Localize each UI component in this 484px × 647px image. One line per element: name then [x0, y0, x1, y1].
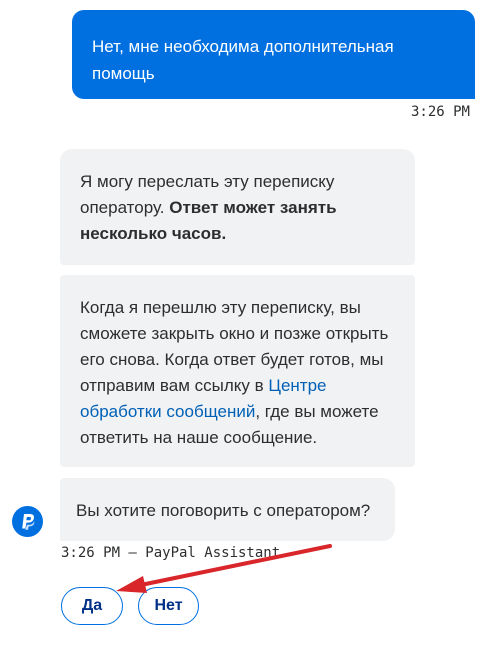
no-button[interactable]: Нет [138, 587, 199, 625]
chat-window: Нет, мне необходима дополнительная помощ… [0, 0, 484, 647]
bot-message-bubble: Я могу переслать эту переписку оператору… [60, 149, 415, 265]
bot-message-bubble: Когда я перешлю эту переписку, вы сможет… [60, 275, 415, 467]
yes-button[interactable]: Да [61, 587, 123, 625]
bot-question-text: Вы хотите поговорить с оператором? [76, 501, 371, 520]
user-message-text: Нет, мне необходима дополнительная помощ… [92, 37, 394, 83]
bot-message-text: Когда я перешлю эту переписку, вы сможет… [80, 298, 389, 395]
paypal-logo-icon [12, 506, 43, 537]
user-message-timestamp: 3:26 PM [410, 104, 470, 120]
user-message-bubble: Нет, мне необходима дополнительная помощ… [72, 10, 475, 99]
bot-message-meta: 3:26 PM – PayPal Assistant [61, 545, 281, 561]
bot-question-bubble: Вы хотите поговорить с оператором? [60, 478, 395, 541]
